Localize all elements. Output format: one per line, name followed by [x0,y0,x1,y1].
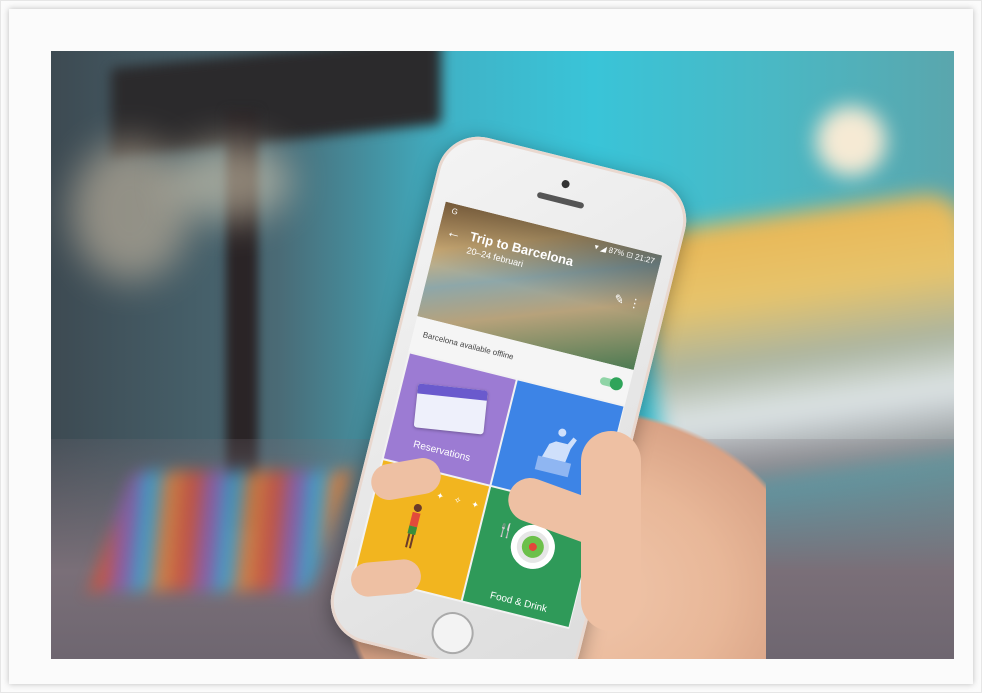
palm-edge [581,431,641,631]
toggle-knob [608,375,625,392]
sparkle-icon: ✦ ✧ ✦ [435,490,484,512]
person-reaching-icon [405,503,422,549]
photo-frame: G ▾ ◢ 87% ⊡ 21:27 ← Trip to Barcelona 20… [0,0,982,693]
colorful-bench [89,471,353,591]
blurred-light [171,141,291,221]
ticket-stripe [417,383,488,401]
earpiece-speaker [536,191,585,210]
photo: G ▾ ◢ 87% ⊡ 21:27 ← Trip to Barcelona 20… [51,51,954,659]
status-left: G [450,206,459,217]
offline-toggle[interactable] [599,375,625,392]
sun-glare [816,106,886,176]
ticket-icon [413,383,488,435]
bus-stop-canopy [111,51,441,159]
tile-food-label: Food & Drink [488,590,549,615]
front-camera [560,179,571,189]
blurred-light [71,141,191,281]
home-button[interactable] [427,607,479,659]
